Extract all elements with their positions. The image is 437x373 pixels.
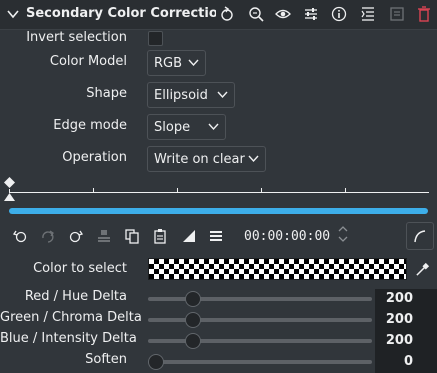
keyframe-marker-icon[interactable] xyxy=(3,176,16,189)
blue-intensity-delta-slider[interactable] xyxy=(148,339,372,343)
green-chroma-delta-slider[interactable] xyxy=(148,318,372,322)
color-model-value: RGB xyxy=(154,56,183,71)
timeline-range-bar[interactable] xyxy=(9,208,428,214)
operation-select[interactable]: Write on clear xyxy=(147,146,266,172)
playhead-icon[interactable] xyxy=(3,193,16,202)
chevron-down-icon xyxy=(217,91,228,99)
collapse-chevron-icon[interactable] xyxy=(7,9,19,19)
chevron-down-icon xyxy=(208,123,219,131)
ruler-tick xyxy=(345,188,346,192)
chevron-down-icon xyxy=(188,59,199,67)
blue-intensity-delta-label: Blue / Intensity Delta xyxy=(0,331,137,346)
color-model-select[interactable]: RGB xyxy=(147,50,206,76)
red-hue-delta-slider-handle[interactable] xyxy=(184,291,201,307)
red-hue-delta-slider[interactable] xyxy=(148,297,372,301)
ruler-tick xyxy=(93,188,94,192)
effect-title: Secondary Color Correction A... xyxy=(26,6,216,21)
blue-intensity-delta-value: 200 xyxy=(385,333,413,348)
color-model-label: Color Model xyxy=(49,54,127,69)
previous-keyframe-icon[interactable] xyxy=(12,228,28,244)
visibility-eye-icon[interactable] xyxy=(275,6,291,22)
stack-icon xyxy=(98,230,110,242)
save-disabled-icon xyxy=(390,7,404,21)
shape-label: Shape xyxy=(86,86,127,101)
invert-selection-label: Invert selection xyxy=(26,30,127,45)
menu-icon[interactable] xyxy=(208,228,224,244)
color-picker-icon[interactable] xyxy=(415,262,430,277)
green-chroma-delta-value-field[interactable]: 200 xyxy=(375,310,437,331)
edge-mode-label: Edge mode xyxy=(53,118,127,133)
copy-icon[interactable] xyxy=(124,228,140,244)
color-to-select-label: Color to select xyxy=(33,261,127,276)
red-hue-delta-value-field[interactable]: 200 xyxy=(375,289,437,310)
edge-mode-value: Slope xyxy=(154,120,191,135)
soften-value: 0 xyxy=(403,354,413,369)
blue-intensity-delta-slider-handle[interactable] xyxy=(184,333,201,349)
chevron-down-icon xyxy=(248,155,259,163)
soften-slider-handle[interactable] xyxy=(148,354,164,370)
red-hue-delta-label: Red / Hue Delta xyxy=(24,289,127,304)
spin-icon[interactable] xyxy=(337,224,349,244)
settings-sliders-icon[interactable] xyxy=(303,6,319,22)
curve-button[interactable] xyxy=(406,222,434,250)
shape-value: Ellipsoid xyxy=(154,88,208,103)
reset-icon[interactable] xyxy=(219,6,235,22)
soften-label: Soften xyxy=(85,352,127,367)
keyframe-ruler[interactable] xyxy=(9,192,429,193)
paste-icon[interactable] xyxy=(152,228,168,244)
soften-value-field[interactable]: 0 xyxy=(375,352,437,373)
operation-value: Write on clear xyxy=(154,152,245,167)
interpolation-icon[interactable] xyxy=(181,228,197,244)
next-keyframe-icon[interactable] xyxy=(68,228,84,244)
shape-select[interactable]: Ellipsoid xyxy=(147,82,235,108)
invert-selection-checkbox[interactable] xyxy=(148,31,163,46)
ruler-tick xyxy=(261,188,262,192)
operation-label: Operation xyxy=(62,150,127,165)
ruler-tick xyxy=(177,188,178,192)
soften-slider[interactable] xyxy=(148,360,372,364)
green-chroma-delta-value: 200 xyxy=(385,312,413,327)
menu-list-icon[interactable] xyxy=(360,6,376,22)
green-chroma-delta-slider-handle[interactable] xyxy=(184,312,201,328)
add-keyframe-icon xyxy=(42,230,54,243)
red-hue-delta-value: 200 xyxy=(385,291,413,306)
zoom-icon[interactable] xyxy=(248,6,264,22)
blue-intensity-delta-value-field[interactable]: 200 xyxy=(375,331,437,352)
color-swatch[interactable] xyxy=(148,258,407,280)
delete-icon[interactable] xyxy=(416,6,432,22)
green-chroma-delta-label: Green / Chroma Delta xyxy=(0,310,142,325)
timecode-field[interactable]: 00:00:00:00 xyxy=(244,229,330,244)
info-icon[interactable] xyxy=(331,6,347,22)
curve-icon xyxy=(414,230,426,243)
edge-mode-select[interactable]: Slope xyxy=(147,114,226,140)
